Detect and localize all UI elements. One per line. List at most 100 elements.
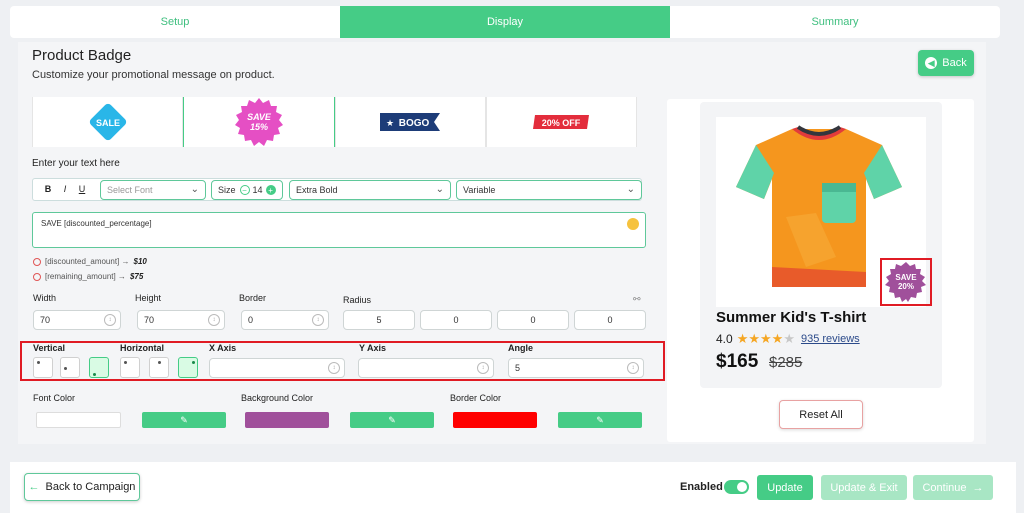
background-color-swatch[interactable] (245, 412, 329, 428)
badge-text-input[interactable]: SAVE [discounted_percentage] (32, 212, 646, 248)
tab-summary[interactable]: Summary (670, 6, 1000, 38)
spinner-icon[interactable]: ↕ (477, 362, 489, 374)
spinner-icon[interactable]: ↕ (208, 314, 220, 326)
y-axis-input[interactable]: ↕ (358, 358, 494, 378)
vertical-bottom-option[interactable] (89, 357, 109, 378)
spinner-icon[interactable]: ↕ (312, 314, 324, 326)
product-old-price: $285 (769, 354, 803, 371)
sale-badge-icon: SALE (89, 103, 126, 141)
radius-top-right-input[interactable]: 0 (420, 310, 492, 330)
update-exit-button[interactable]: Update & Exit (821, 475, 907, 500)
page-title: Product Badge (32, 47, 132, 64)
svg-text:20% OFF: 20% OFF (542, 118, 581, 128)
svg-text:SALE: SALE (96, 118, 120, 128)
x-axis-input[interactable]: ↕ (209, 358, 345, 378)
arrow-right-icon: → (972, 481, 984, 494)
radius-bottom-left-input[interactable]: 0 (497, 310, 569, 330)
svg-text:BOGO: BOGO (399, 118, 430, 129)
reviews-link[interactable]: 935 reviews (801, 333, 860, 345)
horizontal-right-option[interactable] (178, 357, 198, 378)
plus-icon[interactable]: + (265, 185, 276, 195)
y-axis-label: Y Axis (359, 343, 387, 353)
badge-template-off[interactable]: 20% OFF (485, 97, 637, 147)
text-section-label: Enter your text here (32, 158, 120, 169)
eyedropper-icon: ✎ (596, 414, 604, 425)
radius-top-left-input[interactable]: 5 (343, 310, 415, 330)
border-color-swatch[interactable] (453, 412, 537, 428)
border-label: Border (239, 293, 267, 303)
radius-label: Radius (343, 295, 372, 305)
chevron-down-icon: ⌄ (190, 184, 199, 195)
border-input[interactable]: 0 ↕ (241, 310, 329, 330)
bold-button[interactable]: B (41, 182, 55, 196)
reset-all-button[interactable]: Reset All (779, 400, 863, 429)
arrow-left-icon: ◀ (925, 57, 938, 69)
font-select[interactable]: Select Font ⌄ (100, 180, 206, 200)
badge-template-list: SALE SAVE 15% ★ BOGO 20% OFF (32, 97, 637, 147)
bogo-badge-icon: ★ BOGO (380, 113, 441, 131)
vertical-label: Vertical (33, 343, 66, 353)
width-label: Width (33, 293, 57, 303)
height-label: Height (135, 293, 162, 303)
italic-button[interactable]: I (58, 182, 72, 196)
arrow-left-icon: ← (28, 481, 40, 493)
info-icon (33, 257, 41, 266)
spinner-icon[interactable]: ↕ (104, 314, 116, 326)
spinner-icon[interactable]: ↕ (328, 362, 340, 374)
step-tabs: Setup Display Summary (10, 6, 1000, 38)
tab-display[interactable]: Display (340, 6, 670, 38)
svg-text:15%: 15% (250, 122, 268, 132)
product-name: Summer Kid's T-shirt (716, 309, 867, 326)
variable-select[interactable]: Variable ⌄ (456, 180, 642, 200)
horizontal-center-option[interactable] (149, 357, 169, 378)
off-badge-icon: 20% OFF (533, 115, 590, 129)
enabled-toggle[interactable] (724, 480, 749, 494)
width-input[interactable]: 70 ↕ (33, 310, 121, 330)
border-color-label: Border Color (450, 393, 502, 403)
font-color-swatch[interactable] (36, 412, 121, 428)
horizontal-label: Horizontal (120, 343, 164, 353)
font-weight-select[interactable]: Extra Bold ⌄ (289, 180, 451, 200)
x-axis-label: X Axis (209, 343, 237, 353)
continue-button[interactable]: Continue → (913, 475, 993, 500)
minus-icon[interactable]: − (239, 185, 250, 195)
background-color-label: Background Color (241, 393, 314, 403)
svg-text:20%: 20% (898, 282, 914, 291)
link-icon[interactable]: ⚯ (633, 294, 641, 305)
update-button[interactable]: Update (757, 475, 813, 500)
height-input[interactable]: 70 ↕ (137, 310, 225, 330)
hint-discounted-amount: [discounted_amount] → $10 (33, 257, 147, 266)
font-color-label: Font Color (33, 393, 76, 403)
info-icon (33, 272, 41, 281)
spinner-icon[interactable]: ↕ (627, 362, 639, 374)
hint-remaining-amount: [remaining_amount] → $75 (33, 272, 143, 281)
badge-template-save[interactable]: SAVE 15% (183, 97, 335, 147)
svg-text:SAVE: SAVE (895, 273, 917, 282)
eyedropper-icon: ✎ (388, 414, 396, 425)
vertical-middle-option[interactable] (60, 357, 80, 378)
vertical-top-option[interactable] (33, 357, 53, 378)
tab-setup[interactable]: Setup (10, 6, 340, 38)
badge-template-bogo[interactable]: ★ BOGO (334, 97, 486, 147)
background-color-picker-button[interactable]: ✎ (350, 412, 434, 428)
chevron-down-icon: ⌄ (435, 184, 444, 195)
enabled-label: Enabled (680, 481, 723, 493)
back-button[interactable]: ◀ Back (918, 50, 974, 76)
size-stepper[interactable]: Size − 14 + (211, 180, 283, 200)
star-rating-icon: ★★★★★ (736, 331, 795, 346)
emoji-icon[interactable] (627, 218, 639, 230)
save-badge-icon: SAVE 15% (234, 98, 283, 146)
underline-button[interactable]: U (75, 182, 89, 196)
font-color-picker-button[interactable]: ✎ (142, 412, 226, 428)
angle-label: Angle (508, 343, 534, 353)
badge-template-sale[interactable]: SALE (32, 97, 184, 147)
back-to-campaign-button[interactable]: ← Back to Campaign (24, 473, 140, 501)
horizontal-left-option[interactable] (120, 357, 140, 378)
chevron-down-icon: ⌄ (626, 184, 635, 195)
page-subtitle: Customize your promotional message on pr… (32, 69, 275, 81)
angle-input[interactable]: 5 ↕ (508, 358, 644, 378)
radius-bottom-right-input[interactable]: 0 (574, 310, 646, 330)
svg-text:★: ★ (386, 118, 394, 128)
product-price: $165 (716, 351, 759, 372)
border-color-picker-button[interactable]: ✎ (558, 412, 642, 428)
